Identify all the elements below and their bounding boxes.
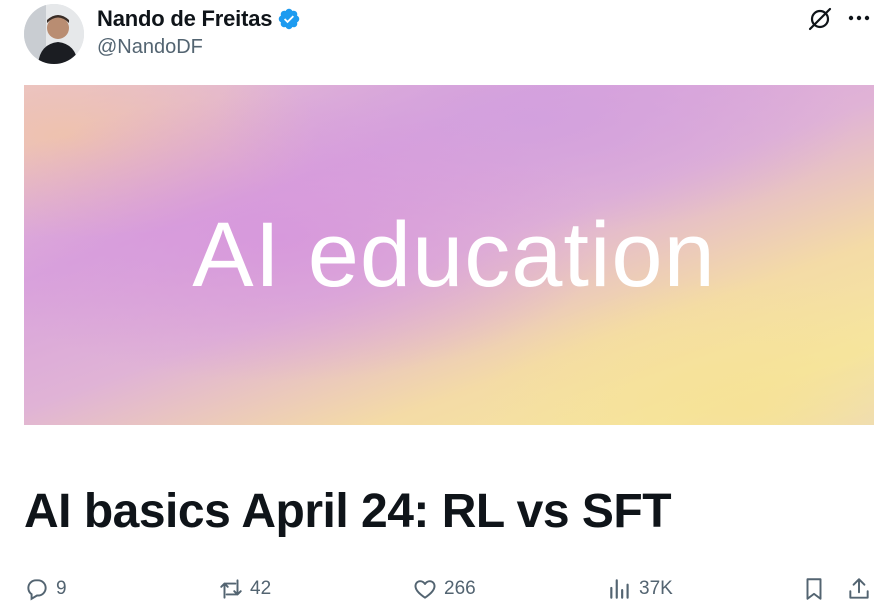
author-handle[interactable]: @NandoDF: [97, 36, 203, 59]
views-icon: [610, 579, 629, 599]
banner-text: AI education: [192, 203, 716, 306]
repost-count: 42: [250, 578, 272, 599]
like-count: 266: [444, 578, 476, 599]
post-header: Nando de Freitas @NandoDF: [0, 0, 888, 80]
repost-icon: [220, 579, 242, 599]
share-icon: [849, 578, 869, 599]
share-button[interactable]: [846, 576, 872, 602]
views-count: 37K: [639, 578, 673, 599]
action-bar: 9 42 266 37K: [0, 570, 888, 610]
avatar-image: [24, 4, 84, 64]
author-display-name[interactable]: Nando de Freitas: [97, 6, 272, 32]
reply-count: 9: [56, 578, 67, 599]
reply-button[interactable]: 9: [24, 576, 67, 602]
verified-badge-icon: [277, 7, 301, 31]
views-button[interactable]: 37K: [607, 576, 673, 602]
post-media-banner[interactable]: AI education: [24, 85, 874, 425]
like-icon: [414, 580, 436, 599]
like-button[interactable]: 266: [412, 576, 476, 602]
reply-icon: [27, 579, 47, 601]
post-headline: AI basics April 24: RL vs SFT: [24, 485, 672, 538]
grok-icon[interactable]: [806, 5, 834, 33]
repost-button[interactable]: 42: [218, 576, 271, 602]
more-icon[interactable]: [846, 8, 872, 28]
bookmark-button[interactable]: [801, 576, 827, 602]
bookmark-icon: [806, 578, 822, 600]
avatar[interactable]: [24, 4, 84, 64]
author-name-row: Nando de Freitas: [97, 6, 301, 32]
